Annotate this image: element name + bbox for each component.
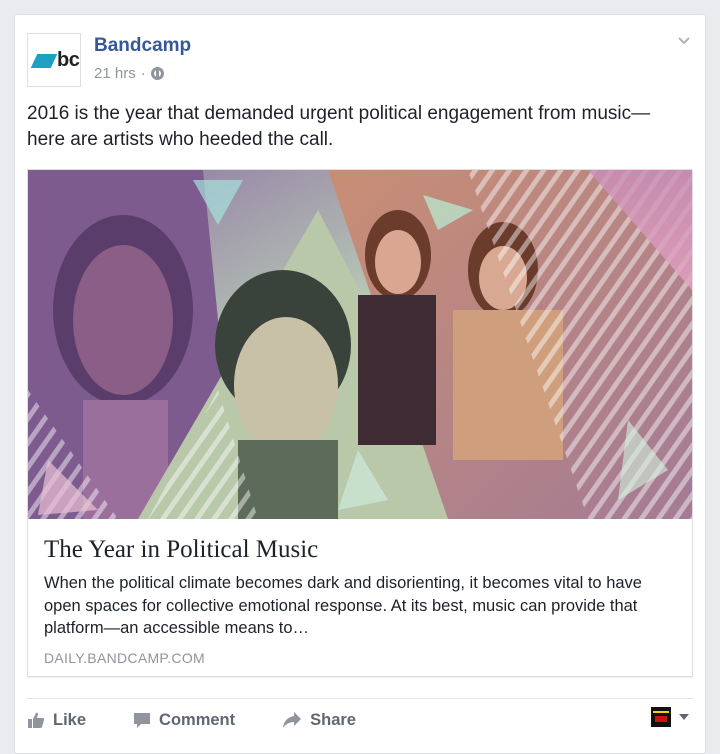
post-timestamp[interactable]: 21 hrs: [94, 65, 136, 82]
comment-button[interactable]: Comment: [133, 711, 235, 730]
like-button[interactable]: Like: [27, 711, 86, 730]
actor-avatar-thumbnail: [651, 707, 671, 727]
comment-icon: [133, 711, 151, 729]
share-label: Share: [310, 710, 356, 729]
actor-selector[interactable]: [651, 707, 689, 727]
page-name-link[interactable]: Bandcamp: [94, 35, 191, 57]
share-arrow-icon: [282, 711, 302, 729]
actions-divider: [27, 698, 693, 699]
post-actions-bar: Like Comment Share: [27, 705, 403, 735]
link-domain: DAILY.BANDCAMP.COM: [44, 650, 205, 666]
post-options-chevron-icon[interactable]: [677, 33, 691, 47]
link-preview-image[interactable]: [28, 170, 692, 519]
post-meta: 21 hrs ·: [94, 65, 164, 82]
page-avatar[interactable]: bc: [27, 33, 81, 87]
meta-separator: ·: [140, 65, 146, 82]
share-button[interactable]: Share: [282, 711, 356, 730]
comment-label: Comment: [159, 710, 236, 729]
link-description: When the political climate becomes dark …: [44, 574, 642, 637]
thumbs-up-icon: [27, 711, 45, 729]
globe-icon[interactable]: [150, 67, 164, 80]
caret-down-icon: [679, 714, 689, 720]
link-title[interactable]: The Year in Political Music: [44, 536, 318, 564]
facebook-post: bc Bandcamp 21 hrs · 2016 is the year th…: [14, 14, 706, 754]
post-text: 2016 is the year that demanded urgent po…: [27, 103, 651, 150]
link-preview-card[interactable]: The Year in Political Music When the pol…: [27, 169, 693, 677]
avatar-logo-text: bc: [57, 49, 80, 71]
like-label: Like: [53, 710, 87, 729]
bandcamp-logo-mark: [30, 54, 58, 68]
